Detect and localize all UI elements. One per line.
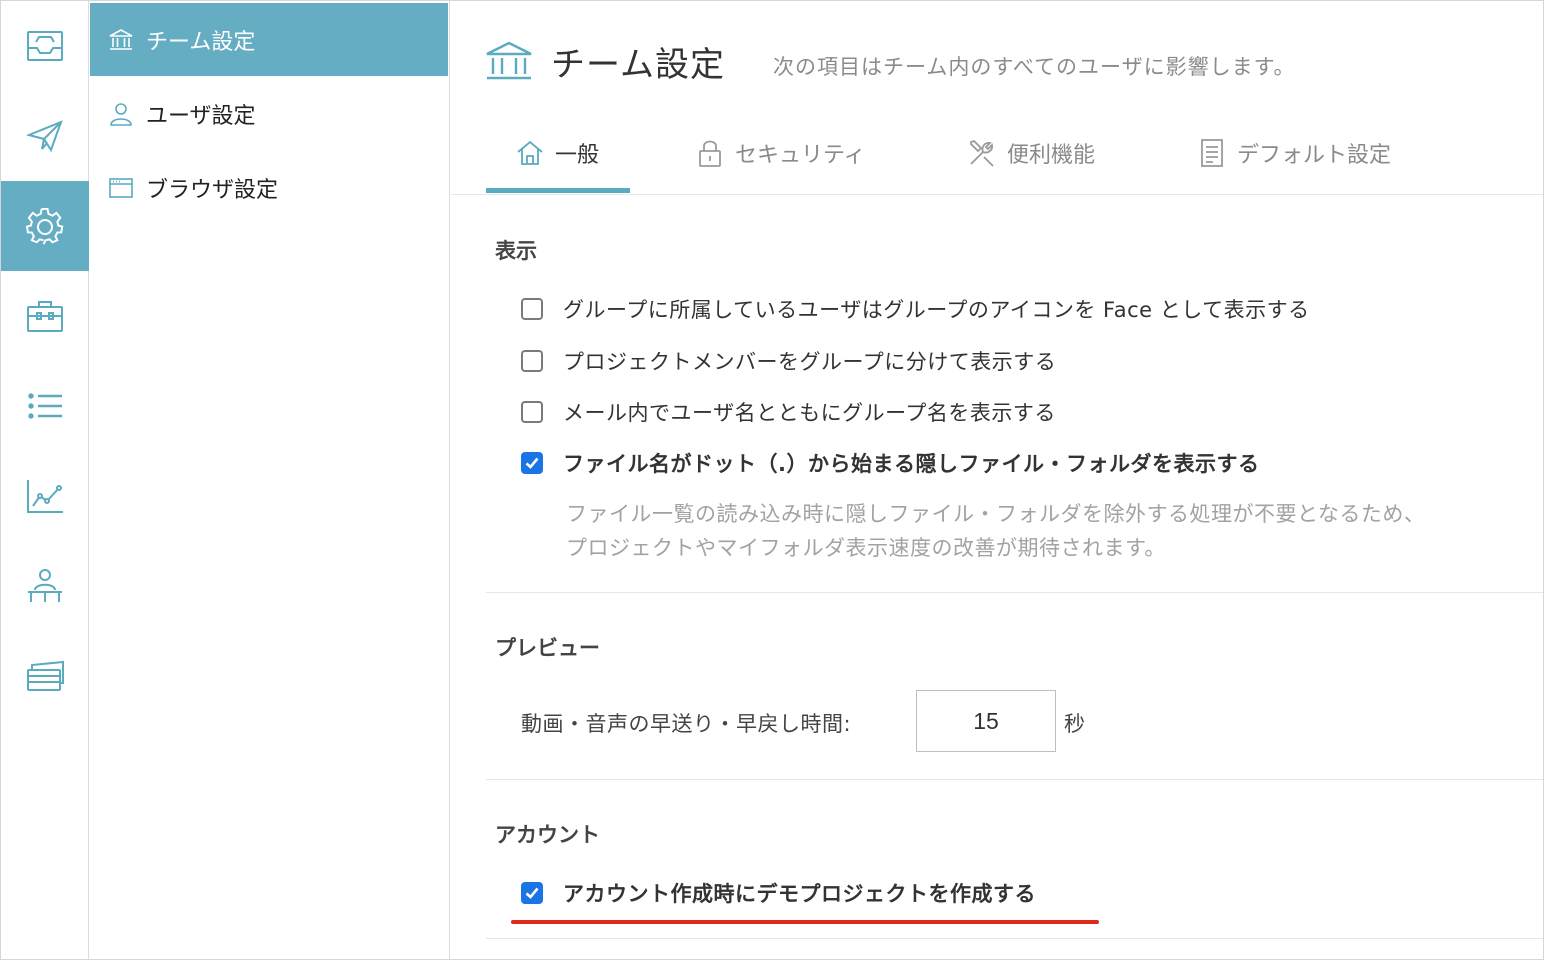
option-show-hidden-files[interactable]: ファイル名がドット（.）から始まる隠しファイル・フォルダを表示する: [521, 448, 1259, 478]
option-group-project-members[interactable]: プロジェクトメンバーをグループに分けて表示する: [521, 346, 1056, 376]
main-content: チーム設定 次の項目はチーム内のすべてのユーザに影響します。 一般 セキュリティ: [451, 1, 1543, 959]
page-header: チーム設定 次の項目はチーム内のすべてのユーザに影響します。: [485, 37, 1296, 86]
rail-item-inbox[interactable]: [1, 1, 89, 91]
section-divider: [486, 938, 1543, 939]
list-icon: [28, 393, 62, 419]
option-label: アカウント作成時にデモプロジェクトを作成する: [563, 882, 1036, 906]
gear-icon: [25, 207, 64, 245]
send-icon: [25, 120, 63, 153]
tab-useful-features[interactable]: 便利機能: [967, 111, 1095, 195]
tab-general[interactable]: 一般: [515, 111, 599, 195]
rail-item-send[interactable]: [1, 91, 89, 181]
inbox-icon: [27, 31, 63, 61]
briefcase-icon: [27, 301, 63, 332]
checkbox[interactable]: [521, 401, 543, 423]
active-tab-indicator: [486, 188, 630, 193]
rail-item-list[interactable]: [1, 361, 89, 451]
section-divider: [486, 779, 1543, 780]
tab-label: デフォルト設定: [1237, 143, 1392, 168]
tab-label: 一般: [555, 143, 600, 168]
tab-bar: 一般 セキュリティ 便利機能 デフォルト設定: [451, 111, 1543, 195]
option-label: プロジェクトメンバーをグループに分けて表示する: [563, 350, 1057, 374]
nav-item-label: ユーザ設定: [146, 103, 256, 129]
tab-default-settings[interactable]: デフォルト設定: [1197, 111, 1391, 195]
tools-icon: [970, 139, 994, 167]
help-text-line: ファイル一覧の読み込み時に隠しファイル・フォルダを除外する処理が不要となるため、: [566, 502, 1426, 526]
option-label: グループに所属しているユーザはグループのアイコンを Face として表示する: [563, 298, 1310, 322]
seek-time-unit: 秒: [1064, 712, 1085, 736]
option-create-demo-project[interactable]: アカウント作成時にデモプロジェクトを作成する: [521, 878, 1036, 908]
bank-icon: [109, 28, 133, 50]
icon-rail: [1, 1, 89, 959]
nav-item-browser-settings[interactable]: ブラウザ設定: [90, 151, 448, 224]
tab-security[interactable]: セキュリティ: [695, 111, 866, 195]
rail-item-briefcase[interactable]: [1, 271, 89, 361]
rail-item-settings[interactable]: [1, 181, 89, 271]
option-label: ファイル名がドット（.）から始まる隠しファイル・フォルダを表示する: [563, 452, 1260, 476]
nav-item-user-settings[interactable]: ユーザ設定: [90, 77, 448, 150]
checkmark-icon: [525, 887, 539, 899]
presenter-icon: [28, 569, 62, 602]
nav-item-label: ブラウザ設定: [146, 177, 279, 203]
help-text-line: プロジェクトやマイフォルダ表示速度の改善が期待されます。: [566, 536, 1166, 560]
section-title-display: 表示: [495, 239, 537, 263]
lock-icon: [699, 140, 721, 167]
settings-nav: チーム設定 ユーザ設定 ブラウザ設定: [90, 1, 450, 959]
chart-icon: [27, 480, 63, 513]
option-label: メール内でユーザ名とともにグループ名を表示する: [563, 401, 1056, 425]
rail-item-chart[interactable]: [1, 451, 89, 541]
cards-icon: [27, 660, 64, 691]
checkbox-checked[interactable]: [521, 452, 543, 474]
document-icon: [1201, 139, 1223, 167]
section-title-preview: プレビュー: [495, 636, 600, 660]
rail-item-cards[interactable]: [1, 631, 89, 721]
section-divider: [486, 592, 1543, 593]
tab-label: セキュリティ: [735, 143, 866, 168]
checkmark-icon: [525, 457, 539, 469]
home-icon: [517, 140, 543, 165]
rail-item-presenter[interactable]: [1, 541, 89, 631]
nav-item-team-settings[interactable]: チーム設定: [90, 3, 448, 76]
page-description: 次の項目はチーム内のすべてのユーザに影響します。: [772, 54, 1296, 79]
option-group-icon-as-face[interactable]: グループに所属しているユーザはグループのアイコンを Face として表示する: [521, 294, 1310, 324]
seek-time-label: 動画・音声の早送り・早戻し時間:: [521, 712, 852, 736]
user-icon: [110, 102, 132, 126]
section-title-account: アカウント: [495, 823, 600, 847]
bank-icon: [486, 41, 532, 79]
checkbox-checked[interactable]: [521, 882, 543, 904]
help-text: ファイル一覧の読み込み時に隠しファイル・フォルダを除外する処理が不要となるため、…: [566, 497, 1425, 565]
nav-item-label: チーム設定: [146, 29, 256, 55]
seek-time-input[interactable]: [916, 690, 1056, 752]
highlight-underline: [511, 920, 1099, 924]
browser-icon: [109, 177, 133, 198]
page-title: チーム設定: [551, 45, 725, 85]
checkbox[interactable]: [521, 298, 543, 320]
checkbox[interactable]: [521, 350, 543, 372]
option-group-name-in-mail[interactable]: メール内でユーザ名とともにグループ名を表示する: [521, 397, 1056, 427]
tab-label: 便利機能: [1007, 143, 1096, 168]
